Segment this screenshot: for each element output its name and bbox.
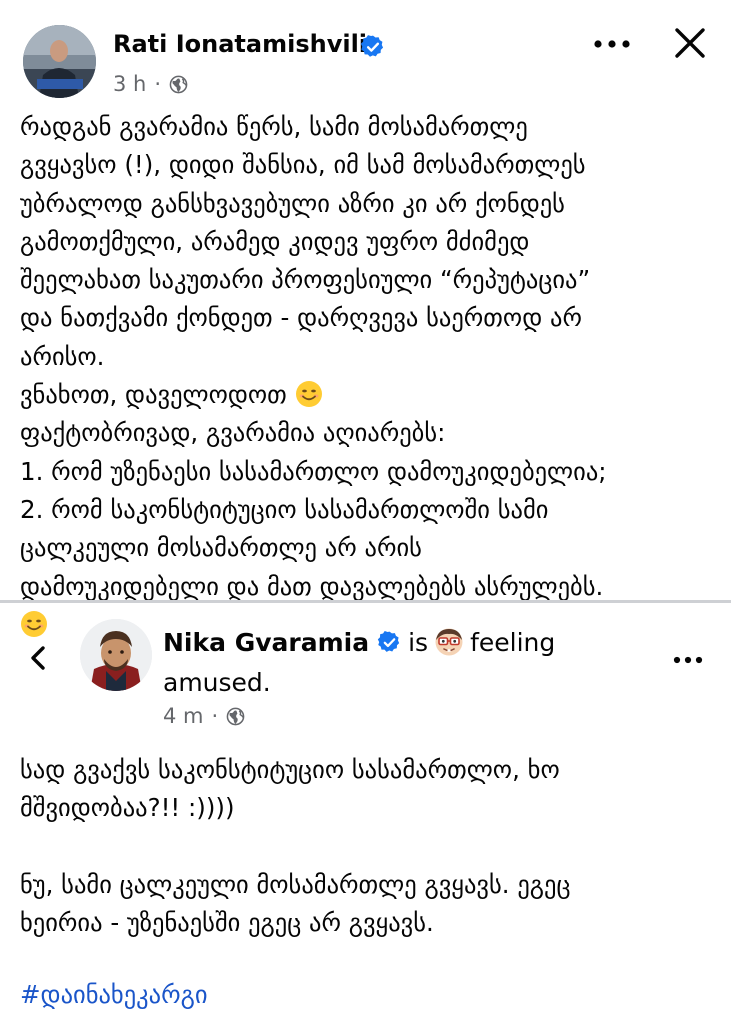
back-button[interactable]: [22, 641, 56, 675]
is-word: is: [408, 628, 429, 657]
shared-post-header: Nika Gvaramia is feeling amused.: [163, 623, 633, 703]
post-line: უბრალოდ განსხვავებული აზრი კი არ ქონდეს: [20, 188, 565, 218]
author-avatar[interactable]: [23, 25, 96, 98]
post-time[interactable]: 3 h: [113, 72, 146, 96]
smiling-face-emoji: [295, 381, 322, 408]
shared-line: ხეირია - უზენაესში ეგეც არ გვყავს.: [20, 908, 434, 938]
more-options-button[interactable]: [590, 26, 634, 62]
shared-author-name[interactable]: Nika Gvaramia: [163, 628, 369, 657]
feeling-value: amused.: [163, 668, 271, 697]
more-horizontal-icon: [673, 656, 703, 664]
post-line: ვნახოთ, დაველოდოთ: [20, 380, 287, 410]
globe-icon: [169, 75, 188, 93]
post-meta: 3 h ·: [113, 72, 188, 96]
feeling-word: feeling: [470, 628, 556, 657]
post-line: გამოთქმული, არამედ კიდევ უფრო მძიმედ: [20, 226, 530, 256]
shared-post-time[interactable]: 4 m: [163, 704, 204, 728]
post-line: რადგან გვარამია წერს, სამი მოსამართლე: [20, 112, 528, 141]
post-line: არისო.: [20, 341, 105, 371]
post-line-with-emoji: ვნახოთ, დაველოდოთ: [20, 376, 710, 414]
meta-separator: ·: [211, 704, 219, 728]
shared-post-meta: 4 m ·: [163, 704, 245, 728]
shared-line: ნუ, სამი ცალკეული მოსამართლე გვყავს. ეგე…: [20, 869, 571, 899]
hashtag-link[interactable]: #დაინახეკარგი: [20, 980, 208, 1009]
verified-badge-icon: [377, 631, 400, 652]
post-header: Rati Ionatamishvili 3 h ·: [0, 0, 731, 105]
close-button[interactable]: [669, 22, 711, 64]
post-line: გვყავსო (!), დიდი შანსია, იმ სამ მოსამარ…: [20, 150, 586, 180]
post-line: 1. რომ უზენაესი სასამართლო დამოუკიდებელი…: [20, 456, 607, 486]
post-line: ფაქტობრივად, გვარამია აღიარებს:: [20, 418, 446, 448]
post-line: შეელახათ საკუთარი პროფესიული “რეპუტაცია”: [20, 265, 591, 295]
shared-line: მშვიდობაა?!! :)))): [20, 793, 235, 823]
post-line: და ნათქვამი ქონდეთ - დარღვევა საერთოდ არ: [20, 303, 582, 333]
post-line: ცალკეული მოსამართლე არ არის: [20, 533, 422, 563]
shared-post-body: სად გვაქვს საკონსტიტუციო სასამართლო, ხო …: [20, 751, 710, 942]
shared-post: Nika Gvaramia is feeling amused. 4 m · ს…: [0, 603, 731, 1024]
close-icon: [675, 28, 705, 58]
globe-icon: [226, 707, 245, 725]
author-name[interactable]: Rati Ionatamishvili: [113, 30, 367, 58]
chevron-left-icon: [31, 646, 45, 670]
more-horizontal-icon: [594, 40, 630, 48]
shared-line: სად გვაქვს საკონსტიტუციო სასამართლო, ხო: [20, 755, 560, 784]
post-line: 2. რომ საკონსტიტუციო სასამართლოში სამი: [20, 494, 549, 524]
post-body: რადგან გვარამია წერს, სამი მოსამართლე გვ…: [20, 108, 710, 644]
meta-separator: ·: [154, 72, 162, 96]
verified-badge-icon: [360, 35, 384, 57]
shared-more-options-button[interactable]: [670, 645, 706, 675]
shared-author-avatar[interactable]: [80, 619, 152, 691]
nerd-face-emoji: [435, 628, 463, 656]
